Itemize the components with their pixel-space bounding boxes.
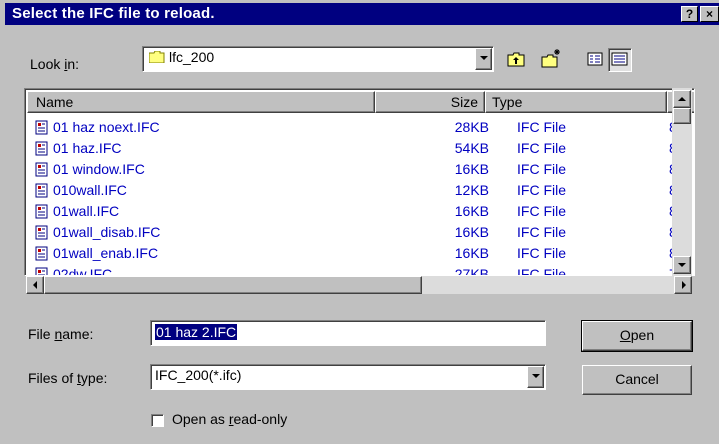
ifc-file-icon: [35, 183, 48, 198]
file-row[interactable]: 01wall_enab.IFC16KBIFC File8/1: [27, 243, 688, 264]
column-header-type[interactable]: Type: [485, 91, 667, 113]
up-one-level-icon: [507, 52, 525, 67]
file-name-cell: 01wall.IFC: [53, 203, 120, 219]
file-name-cell: 02dw.IFC: [53, 266, 113, 276]
scroll-right-button[interactable]: [674, 276, 692, 294]
up-one-level-button[interactable]: [505, 48, 529, 72]
horizontal-scrollbar[interactable]: [26, 276, 692, 294]
file-row[interactable]: 01 haz noext.IFC28KBIFC File8/1: [27, 117, 688, 138]
file-row[interactable]: 010wall.IFC12KBIFC File8/1: [27, 180, 688, 201]
ifc-file-icon: [35, 225, 48, 240]
column-header-size[interactable]: Size: [375, 91, 485, 113]
file-type-cell: IFC File: [517, 182, 566, 198]
files-of-type-label: Files of type:: [28, 370, 108, 386]
read-only-label[interactable]: Open as read-only: [172, 411, 287, 427]
look-in-value: lfc_200: [169, 49, 215, 65]
file-type-cell: IFC File: [517, 119, 566, 135]
files-of-type-combo[interactable]: IFC_200(*.ifc): [150, 364, 546, 390]
look-in-combo[interactable]: lfc_200: [142, 46, 494, 72]
ifc-file-icon: [35, 162, 48, 177]
files-of-type-dropdown-button[interactable]: [527, 366, 544, 388]
file-row[interactable]: 01 window.IFC16KBIFC File8/1: [27, 159, 688, 180]
file-type-cell: IFC File: [517, 140, 566, 156]
file-type-cell: IFC File: [517, 245, 566, 261]
file-name-input[interactable]: 01 haz 2.IFC: [150, 320, 546, 346]
file-type-cell: IFC File: [517, 266, 566, 276]
file-row[interactable]: 01wall_disab.IFC16KBIFC File8/1: [27, 222, 688, 243]
file-type-cell: IFC File: [517, 161, 566, 177]
help-button[interactable]: ?: [681, 6, 698, 22]
file-type-cell: IFC File: [517, 224, 566, 240]
ifc-file-icon: [35, 246, 48, 261]
list-view-button[interactable]: [584, 48, 608, 72]
create-new-folder-button[interactable]: [540, 48, 564, 72]
ifc-file-icon: [35, 120, 48, 135]
file-row[interactable]: 01wall.IFC16KBIFC File8/1: [27, 201, 688, 222]
file-list[interactable]: Name Size Type Mo 01 haz noext.IFC28KBIF…: [24, 88, 695, 276]
list-view-icon: [587, 52, 603, 66]
file-size-cell: 16KB: [454, 203, 489, 219]
file-row[interactable]: 01 haz.IFC54KBIFC File8/1: [27, 138, 688, 159]
create-new-folder-icon: [541, 49, 560, 68]
column-header-name[interactable]: Name: [27, 91, 375, 113]
look-in-label: Look in:: [30, 56, 80, 72]
file-name-cell: 01 window.IFC: [53, 161, 145, 177]
ifc-file-icon: [35, 204, 48, 219]
horizontal-scroll-thumb[interactable]: [44, 276, 422, 294]
file-name-value: 01 haz 2.IFC: [155, 324, 238, 340]
ifc-file-icon: [35, 141, 48, 156]
scroll-up-button[interactable]: [673, 90, 691, 108]
file-size-cell: 16KB: [454, 245, 489, 261]
file-name-cell: 01 haz noext.IFC: [53, 119, 160, 135]
ifc-file-icon: [35, 267, 48, 275]
file-name-cell: 01 haz.IFC: [53, 140, 122, 156]
details-view-button[interactable]: [608, 48, 632, 72]
title-bar[interactable]: Select the IFC file to reload. ? ×: [5, 3, 719, 25]
read-only-checkbox[interactable]: [151, 414, 164, 427]
file-size-cell: 27KB: [454, 266, 489, 276]
dialog-title: Select the IFC file to reload.: [12, 5, 215, 22]
cancel-button[interactable]: Cancel: [582, 365, 692, 395]
details-view-icon: [611, 52, 628, 66]
file-row[interactable]: 02dw.IFC27KBIFC File7/1: [27, 264, 688, 276]
file-name-cell: 010wall.IFC: [53, 182, 127, 198]
vertical-scroll-thumb[interactable]: [673, 108, 691, 124]
file-size-cell: 12KB: [454, 182, 489, 198]
file-size-cell: 16KB: [454, 224, 489, 240]
scroll-down-button[interactable]: [673, 256, 691, 274]
file-size-cell: 28KB: [454, 119, 489, 135]
look-in-dropdown-button[interactable]: [475, 48, 492, 70]
open-button[interactable]: Open: [581, 320, 693, 352]
file-size-cell: 16KB: [454, 161, 489, 177]
file-type-cell: IFC File: [517, 203, 566, 219]
file-name-label: File name:: [28, 326, 94, 342]
files-of-type-value: IFC_200(*.ifc): [155, 367, 242, 383]
close-button[interactable]: ×: [700, 6, 719, 22]
open-file-dialog: Select the IFC file to reload. ? × Look …: [0, 0, 719, 444]
file-name-cell: 01wall_enab.IFC: [53, 245, 159, 261]
file-name-cell: 01wall_disab.IFC: [53, 224, 161, 240]
folder-icon: [149, 51, 165, 63]
vertical-scrollbar[interactable]: [672, 88, 692, 276]
file-size-cell: 54KB: [454, 140, 489, 156]
scroll-left-button[interactable]: [26, 276, 44, 294]
